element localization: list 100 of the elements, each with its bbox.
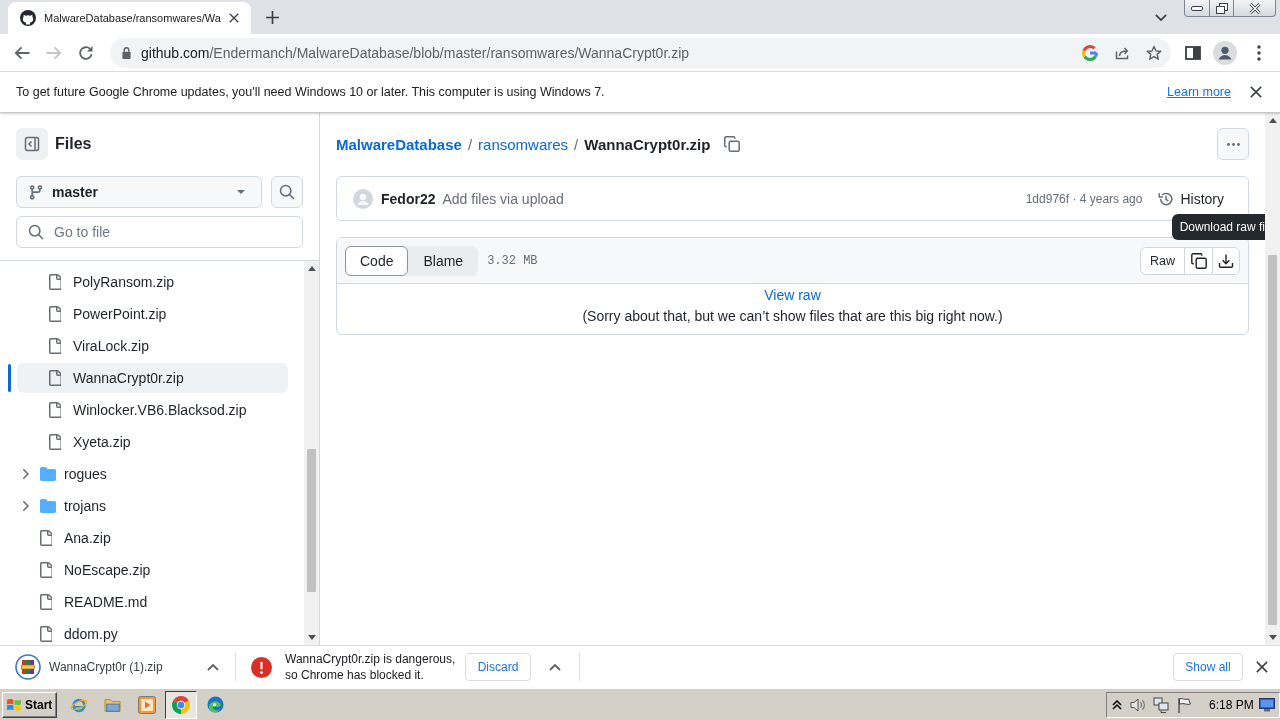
star-icon[interactable] (1146, 44, 1162, 61)
cat-logo-icon (20, 10, 36, 26)
folder-link[interactable]: ransomwares (478, 135, 569, 153)
start-button[interactable]: Start (2, 691, 58, 718)
file-icon (40, 594, 52, 610)
repo-link[interactable]: MalwareDatabase (336, 135, 462, 153)
tree-item[interactable]: rogues (8, 458, 288, 490)
folder-icon[interactable] (104, 696, 123, 713)
tree-scrollbar[interactable] (304, 261, 319, 645)
search-icon (279, 184, 296, 200)
scrollbar-thumb[interactable] (307, 449, 316, 592)
folder-icon (40, 499, 56, 513)
view-tab[interactable]: Blame (408, 245, 479, 276)
more-icon (1226, 142, 1240, 146)
close-icon[interactable] (1256, 661, 1268, 673)
show-all-button[interactable]: Show all (1173, 653, 1243, 681)
caret-up-icon[interactable] (549, 663, 561, 671)
page-scrollbar[interactable] (1265, 113, 1280, 645)
chevron-right-icon[interactable] (23, 469, 29, 479)
minimize-button[interactable] (1184, 0, 1210, 17)
scrollbar-thumb[interactable] (1268, 255, 1277, 625)
branch-icon (29, 184, 42, 200)
file-icon (40, 626, 52, 642)
lock-icon[interactable] (122, 46, 131, 59)
g-logo-icon[interactable] (1082, 44, 1098, 61)
tooltip: Download raw fi (1171, 214, 1265, 240)
file-icon (40, 530, 52, 546)
download-warning: WannaCrypt0r.zip is dangerous, so Chrome has blocked it. (285, 651, 456, 683)
copy-icon[interactable] (724, 136, 741, 152)
tree-item[interactable]: ViraLock.zip (8, 330, 288, 362)
file-icon (49, 274, 61, 290)
sidebar-collapse-icon (24, 136, 40, 152)
taskbar-button[interactable] (165, 690, 198, 719)
play-icon[interactable] (138, 695, 157, 714)
search-button[interactable] (271, 176, 303, 208)
reload-icon[interactable] (78, 44, 94, 61)
speaker-icon[interactable] (1130, 696, 1146, 713)
menu-icon[interactable] (1257, 44, 1261, 61)
chevrons-up-icon[interactable] (1112, 699, 1122, 710)
close-window-button[interactable] (1234, 0, 1276, 17)
scroll-up-icon[interactable] (1268, 118, 1277, 123)
chevron-down-icon[interactable] (1155, 13, 1167, 21)
file-icon (49, 434, 61, 450)
history-icon (1158, 190, 1175, 207)
close-icon[interactable] (1250, 86, 1262, 98)
plus-icon[interactable] (265, 10, 279, 24)
learn-more-link[interactable]: Learn more (1167, 85, 1231, 99)
scroll-down-icon[interactable] (307, 635, 316, 640)
back-icon[interactable] (14, 44, 30, 61)
commit-meta[interactable]: 1dd976f · 4 years ago (1025, 191, 1143, 206)
wheel-logo-icon[interactable] (172, 695, 191, 714)
monitor-icon[interactable] (1259, 697, 1275, 712)
caret-down-icon (237, 190, 246, 194)
tree-item[interactable]: ddom.py (8, 618, 288, 645)
tree-item[interactable]: trojans (8, 490, 288, 522)
path-separator: / (574, 135, 579, 153)
tree-item[interactable]: PowerPoint.zip (8, 298, 288, 330)
commit-message[interactable]: Add files via upload (442, 190, 564, 207)
clock-time[interactable]: 6:18 PM (1209, 697, 1254, 712)
caret-up-icon[interactable] (207, 663, 219, 671)
tree-item[interactable]: Winlocker.VB6.Blacksod.zip (8, 394, 288, 426)
close-icon[interactable] (228, 13, 239, 23)
file-name-heading: WannaCrypt0r.zip (584, 135, 711, 153)
address-bar[interactable]: github.com/Endermanch/MalwareDatabase/blob/master/ransomwares/WannaCrypt0r.zip (110, 37, 1171, 68)
tree-item[interactable]: NoEscape.zip (8, 554, 288, 586)
infobar-message: To get future Google Chrome updates, you'll need Windows 10 or later. This computer is using Windows 7. (16, 85, 605, 99)
file-icon (40, 562, 52, 578)
view-tab[interactable]: Code (345, 245, 409, 276)
files-heading: Files (55, 135, 92, 153)
discard-button[interactable]: Discard (465, 653, 531, 681)
scroll-down-icon[interactable] (1268, 635, 1277, 640)
scroll-up-icon[interactable] (307, 266, 316, 271)
swirl-logo-icon[interactable] (206, 696, 224, 713)
network-icon[interactable] (1153, 696, 1169, 713)
commit-author[interactable]: Fedor22 (381, 190, 436, 207)
file-size: 3.32 MB (487, 253, 538, 268)
browser-tab[interactable]: MalwareDatabase/ransomwares/Wa (8, 2, 251, 34)
tree-item[interactable]: Ana.zip (8, 522, 288, 554)
file-icon (49, 402, 61, 418)
tree-item[interactable]: Xyeta.zip (8, 426, 288, 458)
file-icon (49, 338, 61, 354)
restore-button[interactable] (1210, 0, 1234, 17)
close-icon (1248, 2, 1261, 14)
flag-icon[interactable] (1177, 696, 1193, 713)
url-text[interactable]: github.com/Endermanch/MalwareDatabase/blob/master/ransomwares/WannaCrypt0r.zip (141, 44, 690, 61)
tree-item[interactable]: README.md (8, 586, 288, 618)
file-search-field[interactable]: Go to file (16, 216, 303, 248)
side-panel-icon[interactable] (1185, 45, 1201, 60)
chevron-right-icon[interactable] (23, 501, 29, 511)
profile-avatar-icon[interactable] (1213, 40, 1237, 65)
sidebar-toggle-button[interactable] (16, 128, 48, 160)
archive-file-icon[interactable] (15, 654, 41, 680)
history-button[interactable]: History (1150, 184, 1232, 213)
file-icon (49, 370, 61, 386)
branch-selector[interactable]: master (16, 176, 263, 208)
copy-icon (1190, 252, 1207, 269)
search-icon (28, 224, 44, 240)
tree-item[interactable]: PolyRansom.zip (8, 266, 288, 298)
view-raw-link[interactable]: View raw (764, 287, 821, 303)
download-filename[interactable]: WannaCrypt0r (1).zip (49, 660, 163, 674)
